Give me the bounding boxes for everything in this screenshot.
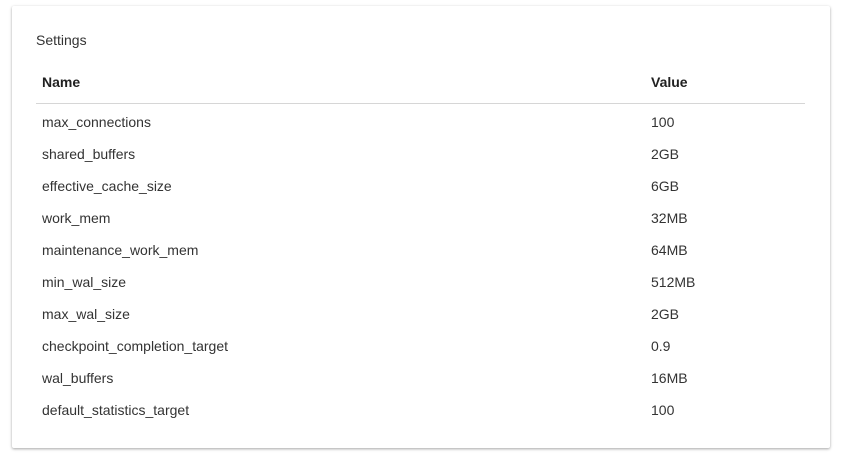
table-row: min_wal_size 512MB	[36, 266, 805, 298]
table-row: default_statistics_target 100	[36, 394, 805, 426]
setting-name: min_wal_size	[42, 274, 127, 290]
setting-name: max_wal_size	[42, 306, 130, 322]
setting-value: 32MB	[651, 210, 688, 226]
table-row: work_mem 32MB	[36, 202, 805, 234]
setting-value: 512MB	[651, 274, 696, 290]
table-row: checkpoint_completion_target 0.9	[36, 330, 805, 362]
setting-value: 6GB	[651, 178, 680, 194]
setting-name: effective_cache_size	[42, 178, 172, 194]
setting-name: shared_buffers	[42, 146, 136, 162]
table-header-row: Name Value	[36, 61, 805, 104]
setting-value: 64MB	[651, 242, 688, 258]
setting-name: checkpoint_completion_target	[42, 338, 229, 354]
column-header-name: Name	[36, 61, 645, 104]
setting-value: 16MB	[651, 370, 688, 386]
table-row: max_wal_size 2GB	[36, 298, 805, 330]
table-row: maintenance_work_mem 64MB	[36, 234, 805, 266]
table-row: effective_cache_size 6GB	[36, 170, 805, 202]
setting-name: max_connections	[42, 114, 151, 130]
setting-name: maintenance_work_mem	[42, 242, 199, 258]
setting-value: 0.9	[651, 338, 671, 354]
table-row: wal_buffers 16MB	[36, 362, 805, 394]
table-row: max_connections 100	[36, 104, 805, 139]
settings-card: Settings Name Value max_connections 100 …	[12, 6, 830, 448]
setting-name: default_statistics_target	[42, 402, 190, 418]
setting-name: wal_buffers	[42, 370, 114, 386]
setting-value: 2GB	[651, 146, 680, 162]
column-header-value: Value	[645, 61, 805, 104]
setting-name: work_mem	[42, 210, 111, 226]
setting-value: 2GB	[651, 306, 680, 322]
setting-value: 100	[651, 114, 675, 130]
table-row: shared_buffers 2GB	[36, 138, 805, 170]
settings-table: Name Value max_connections 100 shared_bu…	[36, 61, 805, 426]
setting-value: 100	[651, 402, 675, 418]
card-title: Settings	[36, 32, 87, 48]
